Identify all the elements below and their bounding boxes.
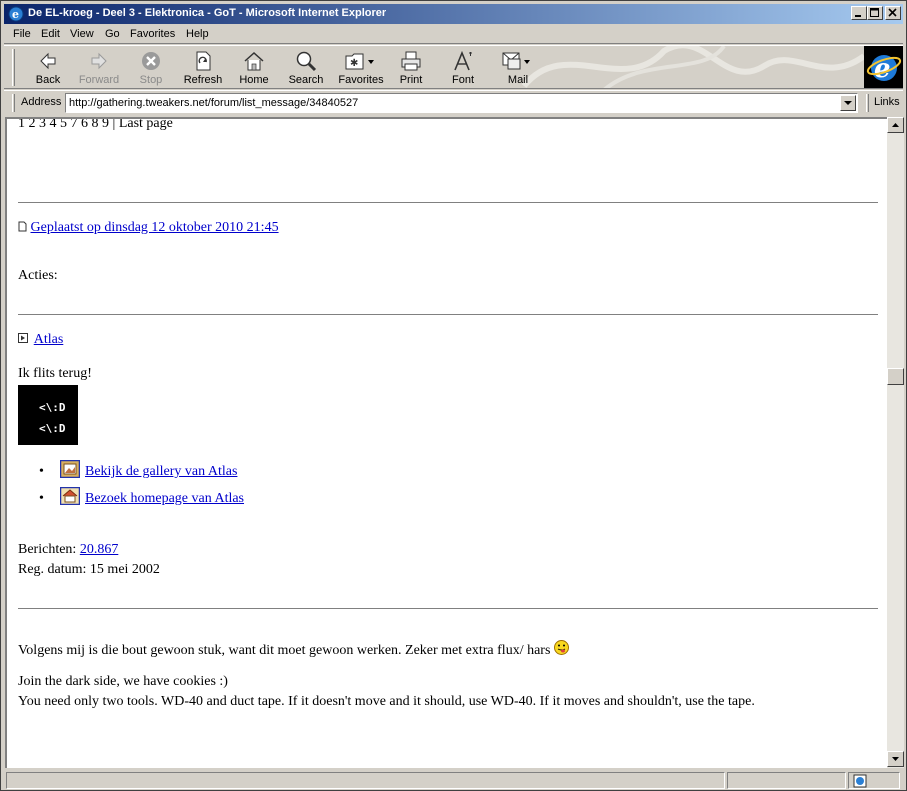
avatar-text-2: <\:D [39,422,66,435]
posts-count-link[interactable]: 20.867 [80,542,119,557]
tongue-smiley-icon [553,640,569,655]
links-grip[interactable] [866,94,869,112]
status-bar [4,770,903,790]
minimize-icon [855,15,861,17]
mail-button[interactable]: Mail [490,48,546,88]
minimize-button[interactable] [851,6,867,20]
scroll-down-button[interactable] [887,751,904,767]
maximize-button[interactable] [867,6,883,20]
close-icon [888,8,897,17]
internet-zone-icon [853,774,867,788]
registration-date: Reg. datum: 15 mei 2002 [18,562,160,577]
refresh-icon [196,51,211,71]
homepage-link[interactable]: Bezoek homepage van Atlas [85,491,244,507]
menu-view[interactable]: View [70,28,94,40]
menu-help[interactable]: Help [186,28,209,40]
mail-icon [502,52,530,70]
address-input[interactable]: http://gathering.tweakers.net/forum/list… [65,93,858,113]
status-zone-pane [848,772,900,789]
toolbar-grip[interactable] [12,49,15,86]
menu-favorites[interactable]: Favorites [130,28,175,40]
svg-text:e: e [12,8,19,21]
printer-icon [401,51,421,71]
post-icon [18,221,27,232]
menu-edit[interactable]: Edit [41,28,60,40]
font-button[interactable]: Font [437,48,489,88]
user-title: Ik flits terug! [18,366,92,381]
chevron-down-icon [844,101,852,105]
search-button[interactable]: Search [280,48,332,88]
divider [18,314,878,315]
arrow-up-icon [892,123,899,127]
forward-button[interactable]: Forward [73,48,125,88]
scroll-up-button[interactable] [887,117,904,133]
homepage-icon [60,487,80,505]
signature-line-1: Join the dark side, we have cookies :) [18,674,228,689]
svg-text:✱: ✱ [350,58,358,69]
forward-arrow-icon [91,52,107,70]
title-bar[interactable]: e De EL-kroeg - Deel 3 - Elektronica - G… [4,4,903,24]
maximize-icon [870,8,879,17]
divider [18,608,878,609]
page-viewport: 1 2 3 4 5 7 6 8 9 | Last page Geplaatst … [5,117,887,768]
pagination-numbers[interactable]: 1 2 3 4 5 7 6 8 9 | [18,119,115,131]
last-page-link[interactable]: Last page [119,119,173,131]
home-icon [244,51,264,71]
stop-icon [142,52,160,70]
menu-go[interactable]: Go [105,28,120,40]
ie-window-icon: e [8,6,24,22]
address-grip[interactable] [12,94,15,112]
user-icon [18,333,28,343]
avatar: <\:D <\:D [18,385,78,445]
close-button[interactable] [885,6,901,20]
refresh-button[interactable]: Refresh [177,48,229,88]
favorites-folder-icon: ✱ [345,53,374,70]
scroll-thumb[interactable] [887,368,904,385]
address-bar: Address http://gathering.tweakers.net/fo… [4,90,903,114]
status-progress-pane [727,772,846,789]
favorites-button[interactable]: ✱ Favorites [333,48,389,88]
ie-throbber-logo: e [864,46,903,88]
home-button[interactable]: Home [228,48,280,88]
pagination: 1 2 3 4 5 7 6 8 9 | Last page [18,119,173,132]
vertical-scrollbar[interactable] [887,117,904,768]
window-title: De EL-kroeg - Deel 3 - Elektronica - GoT… [28,7,387,19]
list-bullet: • [39,464,44,479]
list-bullet: • [39,491,44,506]
author-block: Atlas [18,332,63,348]
posts-count: Berichten: 20.867 [18,542,118,558]
address-url[interactable]: http://gathering.tweakers.net/forum/list… [69,97,358,109]
back-arrow-icon [40,52,56,70]
browser-window: e De EL-kroeg - Deel 3 - Elektronica - G… [0,0,907,791]
back-button[interactable]: Back [22,48,74,88]
posts-label: Berichten: [18,542,77,557]
signature-line-2: You need only two tools. WD-40 and duct … [18,694,755,709]
font-size-icon [454,50,472,71]
links-button[interactable]: Links [874,96,900,108]
post-date-link[interactable]: Geplaatst op dinsdag 12 oktober 2010 21:… [31,220,279,235]
author-link[interactable]: Atlas [34,332,64,347]
actions-label: Acties: [18,268,58,283]
menu-file[interactable]: File [13,28,31,40]
address-dropdown-button[interactable] [840,95,856,111]
standard-toolbar: Back Forward Stop Refresh Home Search ✱ … [4,45,903,89]
stop-button[interactable]: Stop [125,48,177,88]
avatar-text-1: <\:D [39,401,66,414]
arrow-down-icon [892,757,899,761]
gallery-link[interactable]: Bekijk de gallery van Atlas [85,464,237,480]
address-label: Address [21,96,62,108]
gallery-icon [60,460,80,478]
message-text: Volgens mij is die bout gewoon stuk, wan… [18,643,551,658]
post-date: Geplaatst op dinsdag 12 oktober 2010 21:… [18,220,279,236]
post-message: Volgens mij is die bout gewoon stuk, wan… [18,640,569,659]
divider [18,202,878,203]
print-button[interactable]: Print [385,48,437,88]
menu-bar: File Edit View Go Favorites Help [4,25,903,44]
search-icon [296,51,317,72]
status-text-pane [6,772,725,789]
